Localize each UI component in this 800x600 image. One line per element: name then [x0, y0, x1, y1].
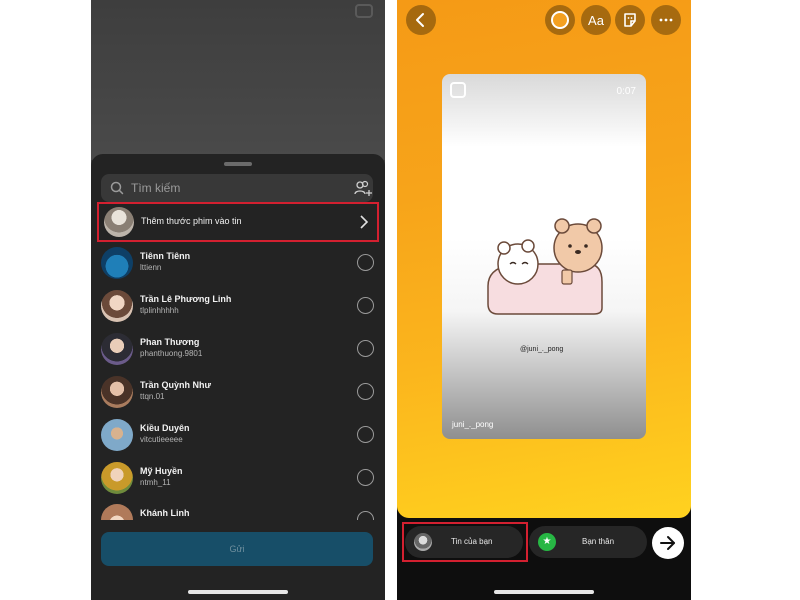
contact-name: Khánh Linh: [140, 508, 190, 518]
avatar: [104, 207, 134, 237]
chevron-left-icon: [416, 13, 424, 27]
your-story-button[interactable]: Tin của bạn: [405, 526, 523, 558]
contact-handle: ttqn.01: [140, 392, 165, 401]
avatar: [101, 333, 133, 365]
reel-duration: 0:07: [616, 86, 636, 97]
sticker-icon: [624, 13, 636, 27]
avatar: [414, 533, 432, 551]
select-radio[interactable]: [357, 383, 374, 400]
select-radio[interactable]: [357, 340, 374, 357]
contact-row[interactable]: Trần Quỳnh Như ttqn.01: [101, 376, 377, 412]
search-icon: [110, 181, 124, 195]
arrow-right-icon: [660, 536, 675, 550]
reel-caption: @juni_._pong: [520, 346, 564, 353]
avatar: [101, 419, 133, 451]
avatar: [101, 247, 133, 279]
home-indicator: [494, 590, 594, 594]
dimmed-background: [91, 0, 385, 160]
text-tool-button[interactable]: Aa: [581, 5, 611, 35]
color-swatch: [551, 11, 569, 29]
close-friends-label: Bạn thân: [582, 537, 615, 546]
contact-name: Trần Lê Phương Linh: [140, 294, 232, 304]
color-picker-button[interactable]: [545, 5, 575, 35]
select-radio[interactable]: [357, 254, 374, 271]
top-right-icon[interactable]: [355, 4, 373, 18]
add-people-icon[interactable]: [353, 178, 373, 198]
contact-handle: lttienn: [140, 263, 162, 272]
send-button[interactable]: Gửi: [101, 532, 373, 566]
avatar: [101, 376, 133, 408]
select-radio[interactable]: [357, 297, 374, 314]
close-friends-button[interactable]: ★ Bạn thân: [529, 526, 647, 558]
contact-row[interactable]: Tiênn Tiênn lttienn: [101, 247, 377, 283]
select-radio[interactable]: [357, 426, 374, 443]
select-radio[interactable]: [357, 511, 374, 520]
search-placeholder: Tìm kiếm: [131, 181, 181, 195]
more-options-button[interactable]: [651, 5, 681, 35]
reel-preview-card[interactable]: 0:07 @juni_._pong juni_._pong: [442, 74, 646, 439]
contact-handle: vitcutieeeee: [140, 435, 183, 444]
share-sheet: Tìm kiếm Thêm thước phim vào tin Tiênn T…: [91, 154, 385, 600]
contact-row[interactable]: Trần Lê Phương Linh tlplinhhhhh: [101, 290, 377, 326]
contact-row[interactable]: Mỹ Huyền ntmh_11: [101, 462, 377, 498]
avatar: [101, 462, 133, 494]
text-tool-label: Aa: [588, 13, 604, 28]
contact-handle: ntmh_11: [140, 478, 171, 487]
avatar: [101, 290, 133, 322]
contact-row[interactable]: Khánh Linh: [101, 504, 377, 520]
reels-icon: [450, 82, 466, 98]
share-sheet-screen: Tìm kiếm Thêm thước phim vào tin Tiênn T…: [91, 0, 385, 600]
your-story-label: Tin của bạn: [451, 537, 493, 546]
contact-row[interactable]: Phan Thương phanthuong.9801: [101, 333, 377, 369]
contact-row[interactable]: Kiều Duyên vitcutieeeee: [101, 419, 377, 455]
select-radio[interactable]: [357, 469, 374, 486]
search-input[interactable]: Tìm kiếm: [101, 174, 373, 202]
chevron-right-icon: [360, 215, 369, 229]
home-indicator: [188, 590, 288, 594]
sticker-button[interactable]: [615, 5, 645, 35]
contact-handle: tlplinhhhhh: [140, 306, 179, 315]
bear-illustration: [487, 218, 603, 315]
sheet-grabber[interactable]: [224, 162, 252, 166]
contact-name: Tiênn Tiênn: [140, 251, 191, 261]
add-reel-to-story-row[interactable]: Thêm thước phim vào tin: [97, 202, 379, 242]
more-icon: [659, 18, 673, 22]
contact-handle: phanthuong.9801: [140, 349, 203, 358]
contact-name: Kiều Duyên: [140, 423, 190, 433]
contact-name: Trần Quỳnh Như: [140, 380, 212, 390]
contact-name: Mỹ Huyền: [140, 466, 183, 476]
reel-author[interactable]: juni_._pong: [452, 420, 493, 429]
add-reel-label: Thêm thước phim vào tin: [141, 216, 242, 226]
next-button[interactable]: [652, 527, 684, 559]
avatar: [101, 504, 133, 520]
contact-name: Phan Thương: [140, 337, 200, 347]
story-editor-screen: Aa 0:07 @juni_._pong juni_._pong Tin của…: [397, 0, 691, 600]
star-icon: ★: [538, 533, 556, 551]
back-button[interactable]: [406, 5, 436, 35]
